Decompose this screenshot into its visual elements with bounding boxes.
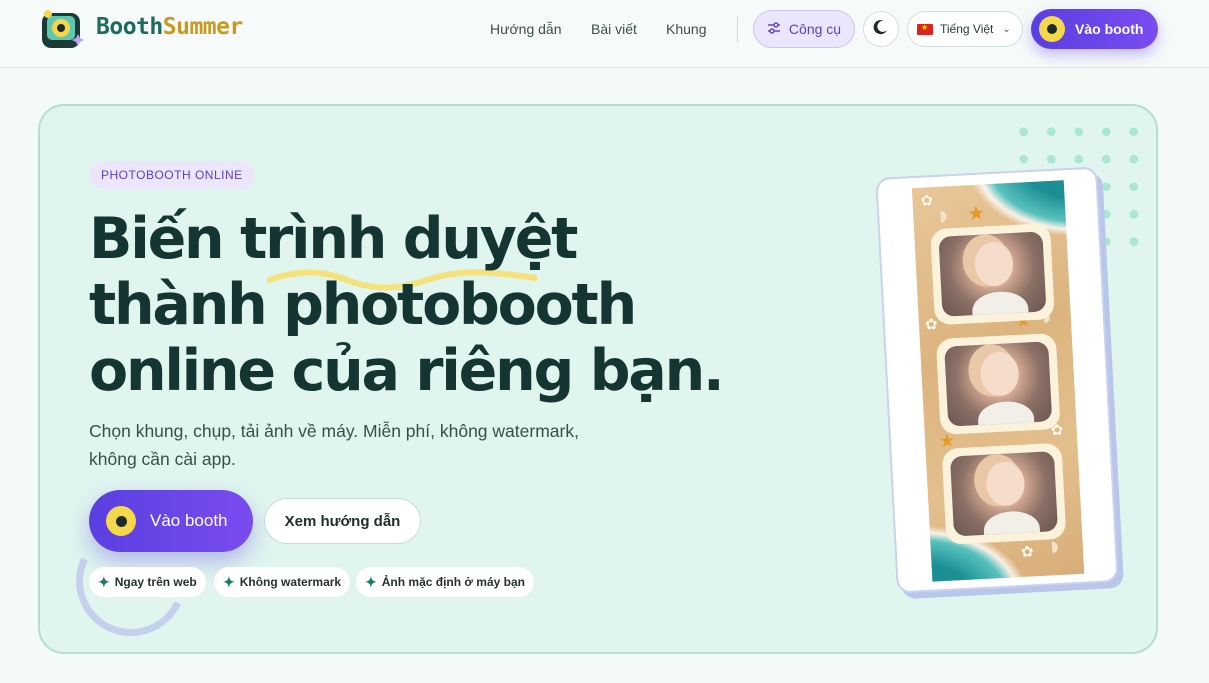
camera-lens-icon — [106, 506, 136, 536]
enter-booth-label: Vào booth — [1075, 21, 1144, 37]
sparkle-icon: ✦ — [365, 573, 377, 590]
feature-badge-no-watermark: ✦ Không watermark — [214, 567, 351, 597]
top-navbar: BoothSummer Hướng dẫn Bài viết Khung Côn… — [0, 0, 1209, 68]
nav-frames-link[interactable]: Khung — [666, 21, 706, 37]
vietnam-flag-icon — [917, 23, 933, 35]
photo-strip-preview: ✿ ★ ◗ ✿ ★ ◗ ★ ✿ ✿ ◗ — [875, 166, 1119, 594]
flower-icon: ✿ — [924, 315, 939, 334]
headline-line-3: online của riêng bạn. — [89, 338, 725, 404]
enter-booth-button[interactable]: Vào booth — [1031, 9, 1158, 49]
nav-divider — [737, 17, 738, 43]
shell-icon: ◗ — [1050, 537, 1060, 556]
flower-icon: ✿ — [920, 191, 934, 210]
hero-pill-label: PHOTOBOOTH ONLINE — [89, 161, 255, 189]
chevron-down-icon: ⌄ — [1002, 23, 1011, 35]
shell-icon: ◗ — [938, 206, 948, 225]
beach-frame-strip: ✿ ★ ◗ ✿ ★ ◗ ★ ✿ ✿ ◗ — [911, 180, 1085, 582]
hero-card: PHOTOBOOTH ONLINE Biến trình duyệt thành… — [38, 104, 1158, 654]
nav-articles-link[interactable]: Bài viết — [591, 21, 637, 37]
headline-line-1: Biến trình duyệt — [89, 206, 578, 272]
tools-label: Công cụ — [788, 21, 842, 37]
sparkle-icon: ✦ — [223, 573, 235, 590]
feature-badge-web: ✦ Ngay trên web — [89, 567, 206, 597]
starfish-icon: ★ — [966, 200, 986, 226]
theme-toggle-button[interactable] — [863, 11, 899, 47]
hero-enter-booth-label: Vào booth — [150, 511, 228, 530]
feature-badge-label: Ảnh mặc định ở máy bạn — [381, 575, 525, 589]
camera-logo-icon[interactable] — [40, 8, 88, 52]
sparkle-icon: ✦ — [98, 573, 110, 590]
language-label: Tiếng Việt — [940, 22, 994, 36]
feature-badge-label: Không watermark — [239, 575, 342, 589]
nav-guide-link[interactable]: Hướng dẫn — [490, 21, 561, 37]
photo-frame-1 — [930, 223, 1055, 326]
photo-3 — [949, 451, 1058, 537]
photo-frame-2 — [935, 332, 1061, 436]
brand-part-1: Booth — [96, 14, 163, 40]
brand-part-2: Summer — [162, 14, 244, 40]
camera-lens-icon — [1039, 16, 1065, 42]
brand-name[interactable]: BoothSummer — [96, 14, 243, 40]
photo-frame-3 — [941, 442, 1067, 545]
sliders-icon — [767, 21, 781, 37]
language-select[interactable]: Tiếng Việt ⌄ — [907, 11, 1023, 47]
view-guide-button[interactable]: Xem hướng dẫn — [264, 498, 421, 544]
hero-headline: Biến trình duyệt thành photobooth online… — [89, 206, 749, 404]
photo-2 — [944, 341, 1053, 427]
feature-badge-label: Ngay trên web — [114, 575, 197, 589]
headline-line-2: thành photobooth — [89, 272, 637, 338]
moon-icon — [873, 19, 889, 39]
hero-subtitle: Chọn khung, chụp, tải ảnh về máy. Miễn p… — [89, 421, 579, 469]
photo-1 — [938, 231, 1047, 317]
tools-button[interactable]: Công cụ — [753, 10, 855, 48]
feature-badge-local-photos: ✦ Ảnh mặc định ở máy bạn — [356, 567, 534, 597]
hero-enter-booth-button[interactable]: Vào booth — [89, 490, 253, 552]
flower-icon: ✿ — [1020, 542, 1035, 561]
